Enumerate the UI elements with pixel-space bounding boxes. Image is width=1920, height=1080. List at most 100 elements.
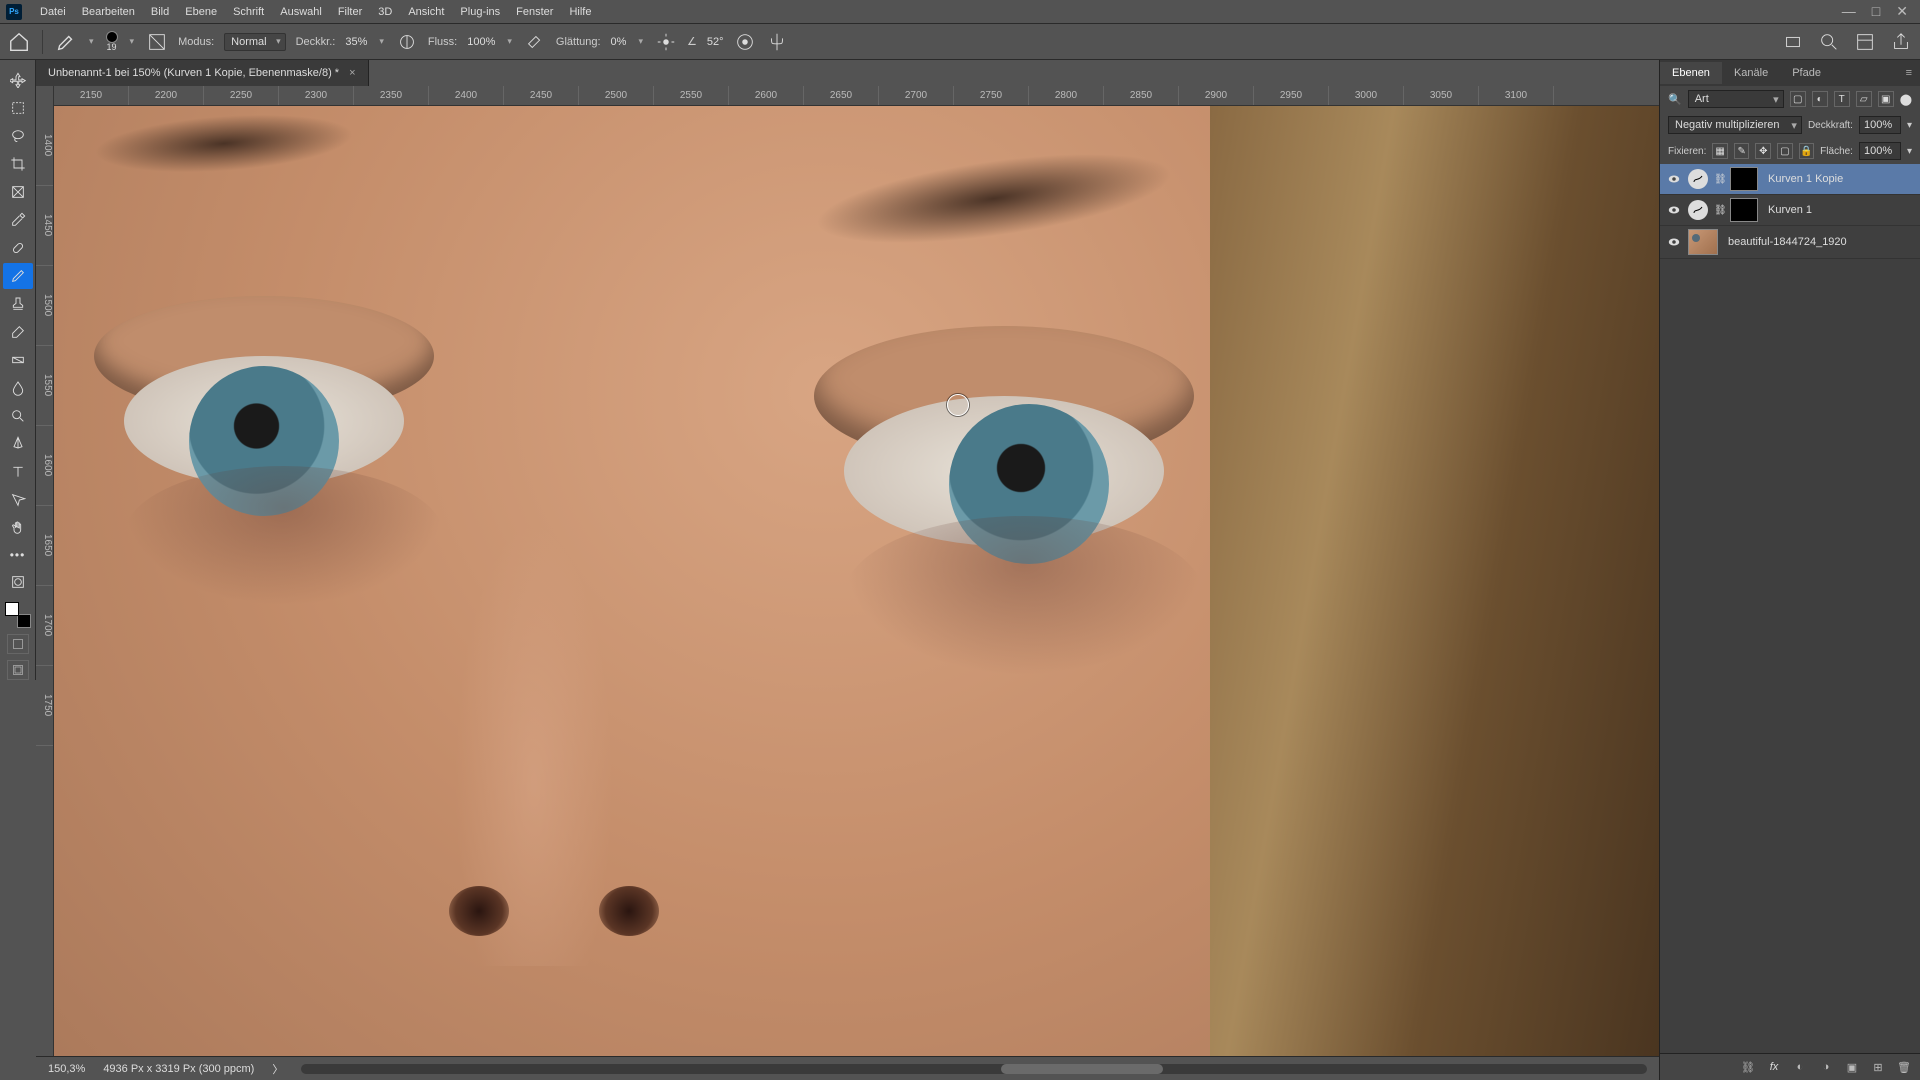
pressure-opacity-icon[interactable]	[396, 31, 418, 53]
layer-mask-thumb[interactable]	[1730, 167, 1758, 191]
lock-pixels-icon[interactable]: ✎	[1734, 143, 1750, 159]
pen-tool[interactable]	[3, 431, 33, 457]
menu-item[interactable]: Bild	[143, 6, 177, 18]
angle-value[interactable]: 52°	[707, 36, 724, 48]
layer-row[interactable]: ⛓ Kurven 1	[1660, 195, 1920, 226]
zoom-level[interactable]: 150,3%	[48, 1063, 85, 1075]
filter-toggle[interactable]: ⬤	[1900, 93, 1912, 106]
cloud-docs-icon[interactable]	[1782, 31, 1804, 53]
close-tab-icon[interactable]: ×	[349, 67, 355, 79]
fill-input[interactable]	[1859, 142, 1901, 160]
link-layers-icon[interactable]: ⛓	[1740, 1059, 1756, 1075]
eraser-tool[interactable]	[3, 319, 33, 345]
edit-toolbar-icon[interactable]: •••	[10, 542, 26, 568]
dropdown-icon[interactable]: ▾	[1907, 120, 1912, 131]
dodge-tool[interactable]	[3, 403, 33, 429]
menu-item[interactable]: Fenster	[508, 6, 561, 18]
color-swatches[interactable]	[5, 602, 31, 628]
filter-shape-icon[interactable]: ▱	[1856, 91, 1872, 107]
lasso-tool[interactable]	[3, 123, 33, 149]
pressure-size-icon[interactable]	[734, 31, 756, 53]
brush-dropdown[interactable]: ▾	[128, 36, 137, 47]
lock-transparency-icon[interactable]: ▦	[1712, 143, 1728, 159]
gradient-tool[interactable]	[3, 347, 33, 373]
trash-icon[interactable]: 🗑	[1896, 1059, 1912, 1075]
menu-item[interactable]: Hilfe	[561, 6, 599, 18]
visibility-icon[interactable]	[1666, 202, 1682, 218]
layer-row[interactable]: beautiful-1844724_1920	[1660, 226, 1920, 259]
path-tool[interactable]	[3, 487, 33, 513]
new-layer-icon[interactable]: ⊞	[1870, 1059, 1886, 1075]
healing-tool[interactable]	[3, 235, 33, 261]
move-tool[interactable]	[3, 67, 33, 93]
menu-item[interactable]: Schrift	[225, 6, 272, 18]
horizontal-ruler[interactable]: 2150220022502300235024002450250025502600…	[54, 86, 1659, 106]
airbrush-icon[interactable]	[524, 31, 546, 53]
tool-preset-dropdown[interactable]: ▾	[87, 36, 96, 47]
flow-value[interactable]: 100%	[467, 36, 495, 48]
tab-paths[interactable]: Pfade	[1780, 62, 1833, 84]
marquee-tool[interactable]	[3, 95, 33, 121]
brush-tool-icon[interactable]	[55, 31, 77, 53]
eyedropper-tool[interactable]	[3, 207, 33, 233]
filter-type-icon[interactable]: T	[1834, 91, 1850, 107]
document-dimensions[interactable]: 4936 Px x 3319 Px (300 ppcm)	[103, 1063, 254, 1075]
menu-item[interactable]: Ansicht	[400, 6, 452, 18]
layer-name[interactable]: Kurven 1	[1764, 204, 1914, 216]
tab-channels[interactable]: Kanäle	[1722, 62, 1780, 84]
status-chevron-icon[interactable]: 〉	[272, 1061, 283, 1077]
menu-item[interactable]: 3D	[370, 6, 400, 18]
crop-tool[interactable]	[3, 151, 33, 177]
lock-position-icon[interactable]: ✥	[1755, 143, 1771, 159]
layer-row[interactable]: ⛓ Kurven 1 Kopie	[1660, 164, 1920, 195]
layer-opacity-input[interactable]	[1859, 116, 1901, 134]
home-icon[interactable]	[8, 31, 30, 53]
flow-dropdown[interactable]: ▾	[505, 36, 514, 47]
blur-tool[interactable]	[3, 375, 33, 401]
smoothing-dropdown[interactable]: ▾	[636, 36, 645, 47]
dropdown-icon[interactable]: ▾	[1907, 146, 1912, 157]
vertical-ruler[interactable]: 14001450150015501600165017001750	[36, 86, 54, 1056]
menu-item[interactable]: Auswahl	[272, 6, 330, 18]
lock-all-icon[interactable]: 🔒	[1799, 143, 1815, 159]
screenmode-icon[interactable]	[7, 634, 29, 654]
blend-mode-select[interactable]: Negativ multiplizieren	[1668, 116, 1802, 134]
search-icon[interactable]	[1818, 31, 1840, 53]
close-icon[interactable]: ✕	[1896, 3, 1908, 20]
hand-tool[interactable]	[3, 515, 33, 541]
adjustment-thumb[interactable]	[1688, 200, 1708, 220]
opacity-dropdown[interactable]: ▾	[377, 36, 386, 47]
brush-preset-picker[interactable]: 19	[106, 31, 118, 52]
menu-item[interactable]: Filter	[330, 6, 370, 18]
filter-smart-icon[interactable]: ▣	[1878, 91, 1894, 107]
canvas[interactable]	[54, 106, 1659, 1056]
visibility-icon[interactable]	[1666, 234, 1682, 250]
menu-item[interactable]: Plug-ins	[452, 6, 508, 18]
fx-icon[interactable]: fx	[1766, 1059, 1782, 1075]
screenmode2-icon[interactable]	[7, 660, 29, 680]
layer-mask-thumb[interactable]	[1730, 198, 1758, 222]
adjustment-thumb[interactable]	[1688, 169, 1708, 189]
visibility-icon[interactable]	[1666, 171, 1682, 187]
mask-icon[interactable]: ◐	[1792, 1059, 1808, 1075]
brush-settings-icon[interactable]	[146, 31, 168, 53]
filter-type-select[interactable]: Art	[1688, 90, 1784, 108]
type-tool[interactable]	[3, 459, 33, 485]
lock-artboard-icon[interactable]: ▢	[1777, 143, 1793, 159]
frame-tool[interactable]	[3, 179, 33, 205]
layer-name[interactable]: beautiful-1844724_1920	[1724, 236, 1914, 248]
minimize-icon[interactable]: —	[1842, 3, 1856, 20]
smoothing-value[interactable]: 0%	[611, 36, 627, 48]
panel-menu-icon[interactable]: ≡	[1898, 67, 1920, 79]
opacity-value[interactable]: 35%	[345, 36, 367, 48]
filter-pixel-icon[interactable]: ▢	[1790, 91, 1806, 107]
horizontal-scrollbar[interactable]	[301, 1064, 1647, 1074]
quickmask-icon[interactable]	[3, 569, 33, 595]
tab-layers[interactable]: Ebenen	[1660, 62, 1722, 84]
adjustment-icon[interactable]: ◑	[1818, 1059, 1834, 1075]
brush-tool[interactable]	[3, 263, 33, 289]
layer-thumb[interactable]	[1688, 229, 1718, 255]
workspace-icon[interactable]	[1854, 31, 1876, 53]
stamp-tool[interactable]	[3, 291, 33, 317]
menu-item[interactable]: Ebene	[177, 6, 225, 18]
